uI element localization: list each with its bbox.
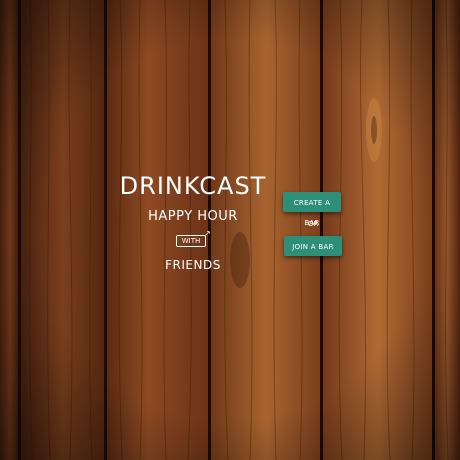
tagline-happy-hour: HAPPY HOUR <box>148 209 238 224</box>
wood-planks-image <box>0 0 460 460</box>
create-bar-button[interactable]: CREATE A BAR <box>283 192 341 227</box>
brand-title: DRINKCAST <box>119 172 267 200</box>
tagline-friends: FRIENDS <box>165 258 221 272</box>
wood-background <box>0 0 460 460</box>
arrow-icon: ↗ <box>204 229 211 238</box>
or-separator: OR <box>307 220 319 228</box>
with-label: WITH <box>176 235 206 247</box>
join-bar-button[interactable]: JOIN A BAR <box>284 236 342 256</box>
with-badge: WITH ↗ <box>176 230 211 247</box>
